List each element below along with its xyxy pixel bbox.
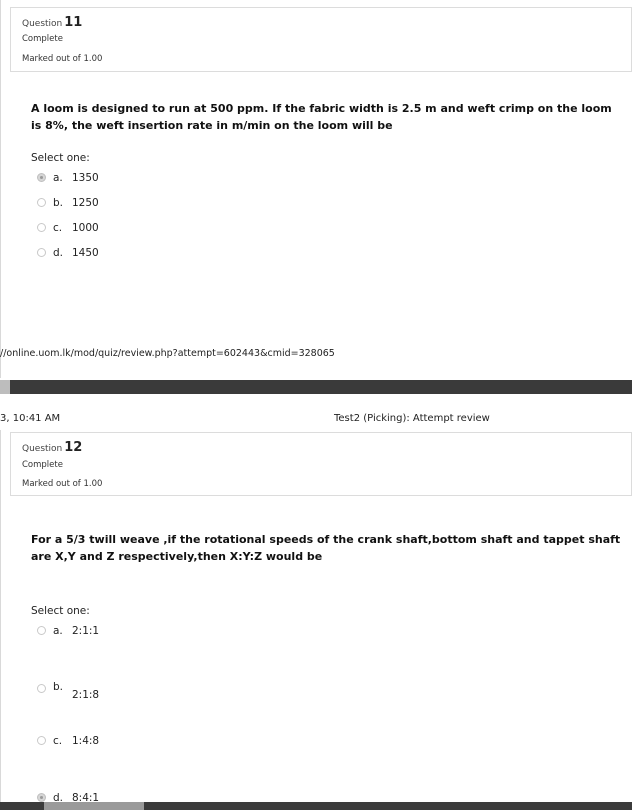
radio-button[interactable] [37, 223, 46, 232]
option-letter: c. [53, 735, 63, 747]
radio-button[interactable] [37, 173, 46, 182]
question-number-value: 12 [64, 440, 83, 455]
question-marks: Marked out of 1.00 [22, 479, 103, 489]
left-border [0, 0, 1, 378]
bottom-edge-bar [0, 802, 632, 810]
option-value: 1000 [72, 222, 99, 234]
print-timestamp: 3, 10:41 AM [0, 413, 61, 424]
option-letter: c. [53, 222, 63, 234]
radio-button[interactable] [37, 198, 46, 207]
radio-button[interactable] [37, 684, 46, 693]
question-number: Question 11 [22, 15, 82, 30]
question-text: A loom is designed to run at 500 ppm. If… [31, 102, 612, 132]
option-letter: a. [53, 172, 63, 184]
option-value: 1:4:8 [72, 735, 100, 747]
option-letter: a. [53, 625, 63, 637]
option-value: 1350 [72, 172, 99, 184]
question-marks: Marked out of 1.00 [22, 54, 103, 64]
radio-button[interactable] [37, 793, 46, 802]
select-one-label: Select one: [31, 152, 90, 164]
option-value: 1450 [72, 247, 99, 259]
select-one-label: Select one: [31, 605, 90, 617]
print-page-title: Test2 (Picking): Attempt review [334, 413, 490, 424]
radio-button[interactable] [37, 736, 46, 745]
question-label: Question [22, 444, 63, 454]
question-text: For a 5/3 twill weave ,if the rotational… [31, 533, 621, 563]
page-url: //online.uom.lk/mod/quiz/review.php?atte… [0, 348, 335, 359]
question-status: Complete [22, 34, 63, 44]
question-label: Question [22, 19, 63, 29]
option-value: 2:1:8 [72, 689, 100, 701]
page-break-edge [0, 380, 10, 394]
radio-button[interactable] [37, 626, 46, 635]
question-number-value: 11 [64, 15, 83, 30]
option-letter: b. [53, 197, 64, 209]
option-letter: d. [53, 247, 64, 259]
question-status: Complete [22, 460, 63, 470]
question-number: Question 12 [22, 440, 82, 455]
page-break-band [0, 380, 632, 394]
option-value: 1250 [72, 197, 99, 209]
left-border [0, 430, 1, 802]
question-info-box: Question 12 Complete Marked out of 1.00 [10, 432, 632, 496]
option-value: 2:1:1 [72, 625, 100, 637]
radio-button[interactable] [37, 248, 46, 257]
option-letter: b. [53, 681, 64, 693]
question-info-box: Question 11 Complete Marked out of 1.00 [10, 7, 632, 72]
bottom-edge-highlight [44, 802, 144, 810]
